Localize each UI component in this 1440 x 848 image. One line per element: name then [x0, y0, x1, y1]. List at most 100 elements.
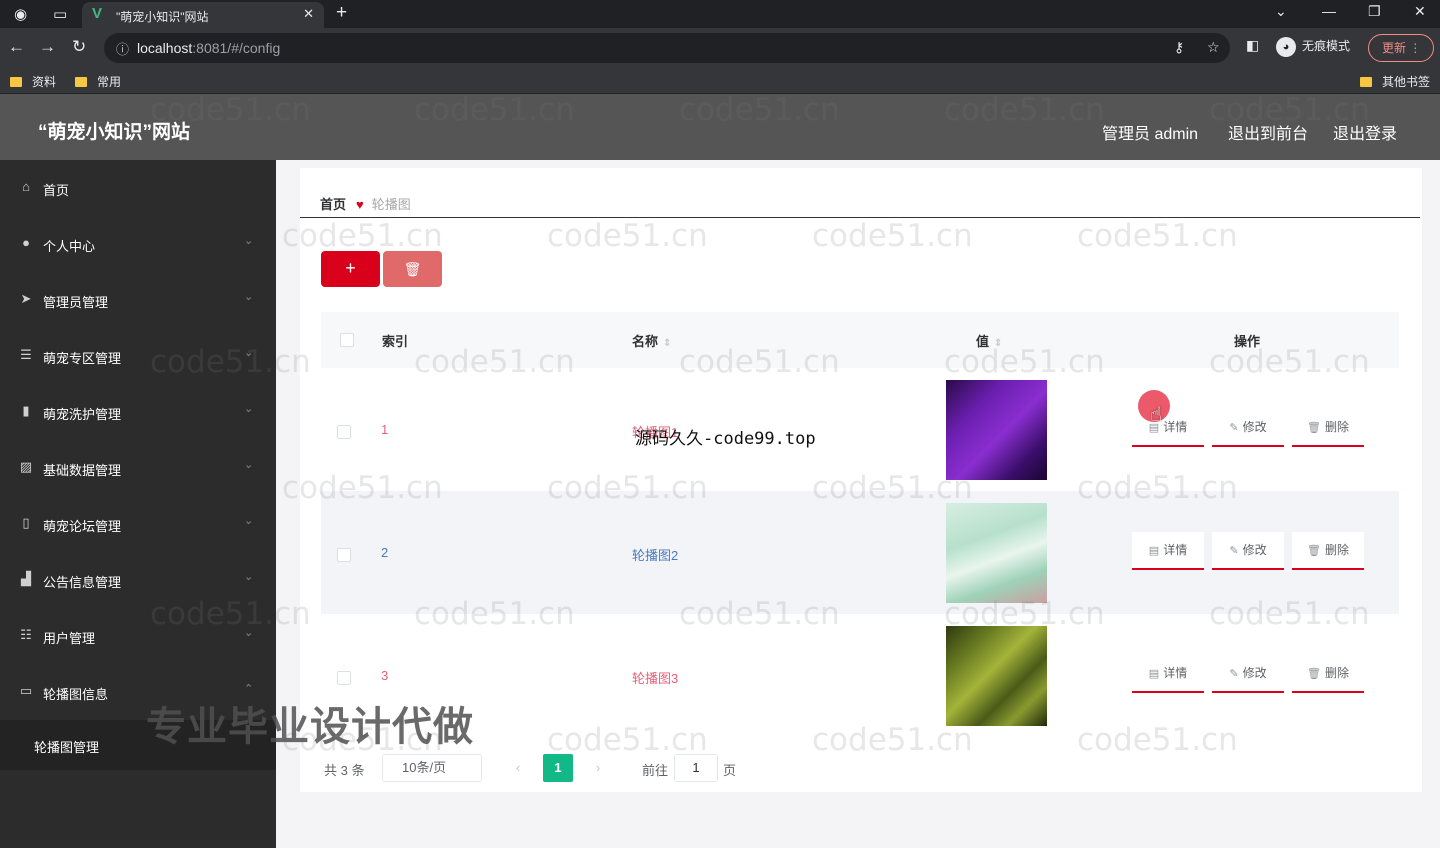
page-size-select[interactable]: 10条/页 [382, 754, 482, 782]
batch-delete-button[interactable]: 🗑 [383, 251, 442, 287]
back-icon[interactable]: ← [8, 37, 25, 57]
update-button[interactable]: 更新 ⋮ [1368, 34, 1434, 62]
chevron-down-icon: ⌄ [244, 403, 254, 415]
header-value[interactable]: 值 ⇕ [976, 331, 1002, 350]
goto-label: 前往 [642, 763, 669, 778]
edit-button[interactable]: ✎ 修改 [1212, 532, 1284, 570]
bookmark-folder-2[interactable]: 常用 [75, 73, 121, 90]
trash-icon: 🗑 [403, 261, 422, 277]
table-header: 索引 名称 ⇕ 值 ⇕ 操作 [321, 312, 1399, 368]
phone-icon: ▯ [22, 515, 30, 530]
breadcrumb-home[interactable]: 首页 [320, 197, 346, 212]
breadcrumb-current: 轮播图 [371, 197, 411, 212]
chevron-down-icon: ⌄ [244, 571, 254, 583]
key-icon[interactable]: ⚷ [1174, 39, 1184, 56]
trash-icon: 🗑 [1307, 668, 1321, 680]
bookmark-star-icon[interactable]: ☆ [1207, 39, 1220, 56]
sidebar-item-pet-care[interactable]: ▮ 萌宠洗护管理 ⌄ [0, 384, 276, 440]
row-checkbox[interactable] [337, 425, 351, 439]
pagination-total: 共 3 条 [324, 763, 365, 778]
tab-list-icon[interactable]: ⌄ [1275, 3, 1287, 20]
browser-menu-icon[interactable]: ◉ [14, 5, 27, 23]
bar-chart-icon: ▟ [21, 571, 31, 586]
cell-index: 2 [381, 545, 389, 560]
sidebar-item-admin[interactable]: ➤ 管理员管理 ⌄ [0, 272, 276, 328]
tab-title: "萌宠小知识"网站 [116, 10, 209, 24]
sidebar-item-notice[interactable]: ▟ 公告信息管理 ⌄ [0, 552, 276, 608]
sidebar-subitem-label: 轮播图管理 [34, 740, 100, 755]
next-page-button[interactable]: › [584, 754, 612, 782]
site-title: “萌宠小知识”网站 [38, 122, 191, 143]
sidebar-item-label: 首页 [43, 183, 70, 198]
new-tab-icon[interactable]: + [336, 2, 347, 24]
close-window-icon[interactable]: ✕ [1414, 3, 1426, 20]
edit-button[interactable]: ✎ 修改 [1212, 655, 1284, 693]
cell-index: 1 [381, 422, 389, 437]
header-name[interactable]: 名称 ⇕ [632, 331, 671, 350]
url-text: localhost:8081/#/config [137, 40, 281, 56]
carousel-image-thumb[interactable] [946, 380, 1047, 480]
sidebar-item-forum[interactable]: ▯ 萌宠论坛管理 ⌄ [0, 496, 276, 552]
chevron-down-icon: ⌄ [244, 291, 254, 303]
browser-toolbar: ← → ↻ ⓘ localhost:8081/#/config ⚷ ☆ ◧ ◕ 无… [0, 28, 1440, 68]
doc-icon: ▤ [1148, 668, 1160, 680]
plus-icon: + [345, 258, 356, 278]
tab-close-icon[interactable]: ✕ [303, 6, 314, 22]
carousel-image-thumb[interactable] [946, 626, 1047, 726]
sliders-icon: ☷ [20, 627, 32, 642]
carousel-image-thumb[interactable] [946, 503, 1047, 603]
delete-button[interactable]: 🗑 删除 [1292, 532, 1364, 570]
sidebar-item-label: 轮播图信息 [43, 687, 109, 702]
forward-icon[interactable]: → [39, 37, 56, 57]
chevron-down-icon: ⌄ [244, 627, 254, 639]
sidebar-item-users[interactable]: ☷ 用户管理 ⌄ [0, 608, 276, 664]
row-checkbox[interactable] [337, 548, 351, 562]
sidebar-item-home[interactable]: ⌂ 首页 [0, 160, 276, 216]
exit-to-frontend-link[interactable]: 退出到前台 [1228, 120, 1308, 144]
browser-tab-strip: ◉ ▭ V "萌宠小知识"网站 ✕ + ⌄ — ❐ ✕ [0, 0, 1440, 28]
chevron-down-icon: ⌄ [244, 347, 254, 359]
overlay-banner-text: 专业毕业设计代做 [146, 704, 474, 750]
prev-page-button[interactable]: ‹ [504, 754, 532, 782]
logout-link[interactable]: 退出登录 [1333, 120, 1397, 144]
row-checkbox[interactable] [337, 671, 351, 685]
other-bookmarks[interactable]: 其他书签 [1360, 73, 1430, 90]
sidebar-item-label: 用户管理 [43, 631, 96, 646]
select-all-checkbox[interactable] [340, 333, 354, 347]
sidebar-item-profile[interactable]: ● 个人中心 ⌄ [0, 216, 276, 272]
cell-name: 轮播图2 [632, 548, 679, 563]
restore-icon[interactable]: ❐ [1368, 3, 1381, 20]
send-icon: ➤ [20, 291, 32, 306]
cell-index: 3 [381, 668, 389, 683]
goto-page-input[interactable]: 1 [674, 754, 718, 782]
sidebar-item-label: 基础数据管理 [43, 463, 122, 478]
edit-icon: ✎ [1229, 668, 1239, 680]
reload-icon[interactable]: ↻ [72, 37, 86, 57]
add-button[interactable]: + [321, 251, 380, 287]
chevron-down-icon: ⌄ [244, 459, 254, 471]
delete-button[interactable]: 🗑 删除 [1292, 409, 1364, 447]
sidebar-item-label: 公告信息管理 [43, 575, 122, 590]
tab-search-icon[interactable]: ▭ [53, 5, 67, 23]
sort-icon[interactable]: ⇕ [994, 338, 1002, 349]
delete-button[interactable]: 🗑 删除 [1292, 655, 1364, 693]
user-icon: ● [22, 235, 30, 250]
edit-button[interactable]: ✎ 修改 [1212, 409, 1284, 447]
detail-button[interactable]: ▤ 详情 [1132, 655, 1204, 693]
edit-icon: ✎ [1229, 545, 1239, 557]
incognito-indicator[interactable]: ◕ 无痕模式 [1276, 37, 1350, 57]
detail-button[interactable]: ▤ 详情 [1132, 532, 1204, 570]
breadcrumb: 首页 ♥ 轮播图 [320, 194, 411, 213]
list-icon: ☰ [20, 347, 32, 362]
bookmark-folder-1[interactable]: 资料 [10, 73, 56, 90]
address-bar[interactable]: ⓘ localhost:8081/#/config ⚷ ☆ [104, 33, 1230, 63]
heart-icon: ♥ [356, 197, 364, 212]
browser-tab-active[interactable]: V "萌宠小知识"网站 ✕ [82, 2, 324, 28]
minimize-icon[interactable]: — [1322, 3, 1336, 19]
page-number-current[interactable]: 1 [543, 754, 573, 782]
sort-icon[interactable]: ⇕ [663, 338, 671, 349]
site-info-icon[interactable]: ⓘ [116, 39, 129, 58]
sidebar-item-pet-zone[interactable]: ☰ 萌宠专区管理 ⌄ [0, 328, 276, 384]
sidepanel-icon[interactable]: ◧ [1246, 37, 1259, 54]
sidebar-item-base-data[interactable]: ▨ 基础数据管理 ⌄ [0, 440, 276, 496]
